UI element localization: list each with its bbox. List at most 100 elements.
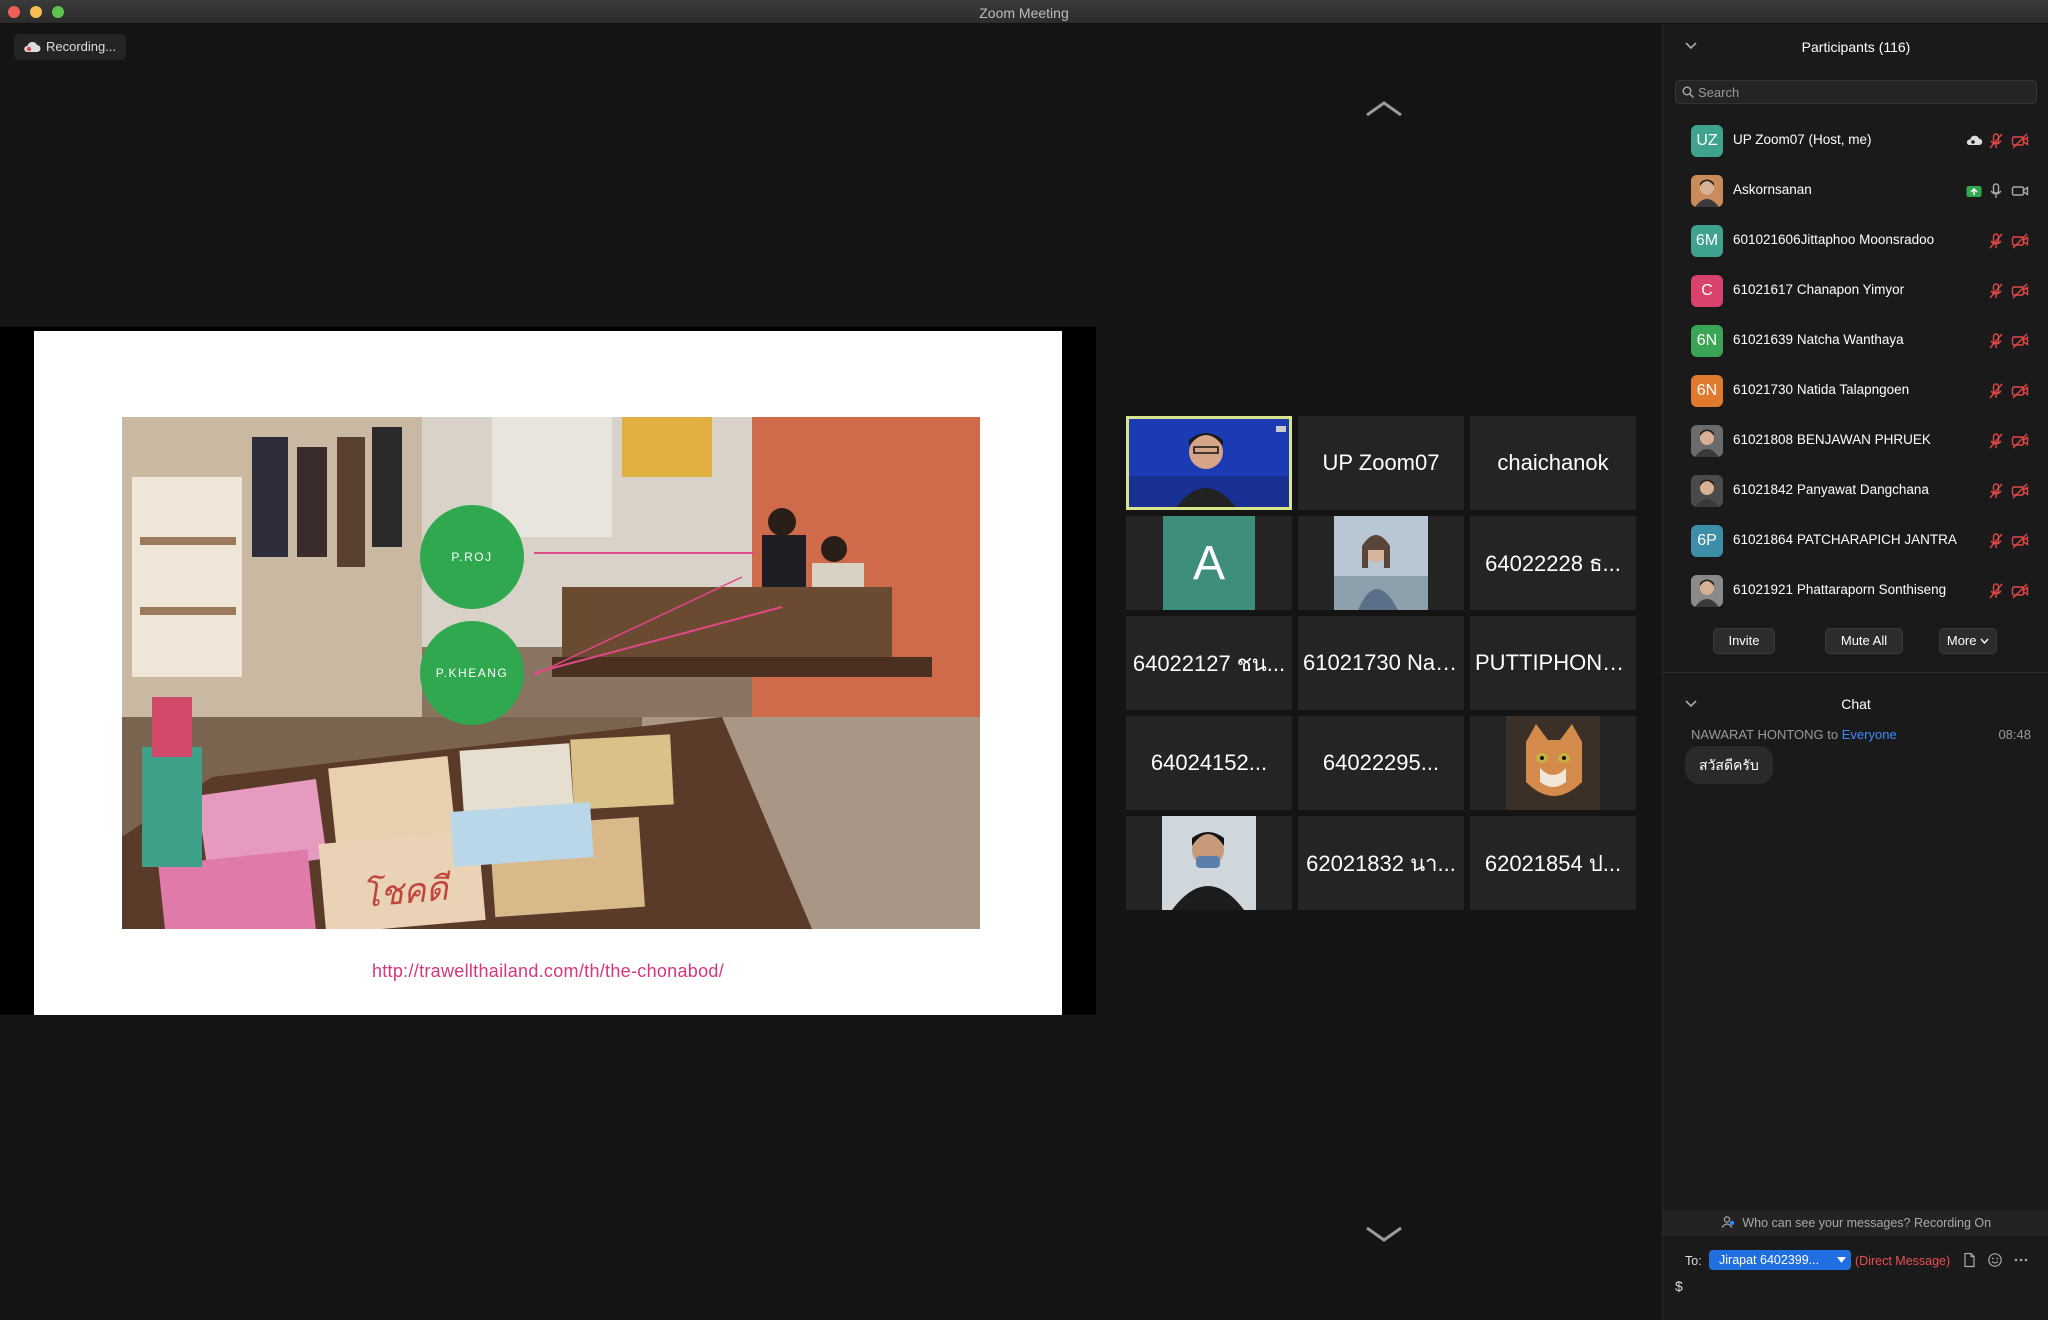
chat-sender: NAWARAT HONTONG: [1691, 727, 1824, 742]
participant-row[interactable]: 6M 601021606Jittaphoo Moonsradoo: [1663, 216, 2048, 266]
mic-muted-icon[interactable]: [1987, 532, 2005, 550]
window-title: Zoom Meeting: [979, 5, 1069, 21]
recipient-value: Jirapat 6402399...: [1719, 1253, 1820, 1267]
recording-label: Recording...: [46, 39, 117, 54]
video-off-icon[interactable]: [2011, 482, 2029, 500]
mic-muted-icon[interactable]: [1987, 432, 2005, 450]
avatar-photo: [1691, 575, 1723, 607]
gallery-previous-page-icon[interactable]: [1364, 99, 1404, 119]
video-off-icon[interactable]: [2011, 232, 2029, 250]
chat-input[interactable]: $: [1675, 1278, 2035, 1308]
slide-source-url: http://trawellthailand.com/th/the-chonab…: [371, 961, 725, 981]
participant-name: 61021842 Panyawat Dangchana: [1733, 482, 1929, 497]
participant-avatar: [1691, 575, 1723, 607]
video-tile[interactable]: PUTTIPHONG...: [1470, 616, 1636, 710]
mute-all-button[interactable]: Mute All: [1825, 628, 1903, 654]
file-icon[interactable]: [1961, 1252, 1977, 1268]
participant-row[interactable]: 6P 61021864 PATCHARAPICH JANTRA: [1663, 516, 2048, 566]
screen-share-icon[interactable]: [1965, 182, 1983, 200]
participant-row[interactable]: 6N 61021730 Natida Talapngoen: [1663, 366, 2048, 416]
video-tile[interactable]: UP Zoom07: [1298, 416, 1464, 510]
video-tile[interactable]: [1470, 716, 1636, 810]
mic-muted-icon[interactable]: [1987, 482, 2005, 500]
meeting-area: Recording... โชคดี P.ROJ P.KHEANG http:/…: [0, 24, 1662, 1320]
svg-text:โชคดี: โชคดี: [360, 868, 454, 916]
emoji-icon[interactable]: [1987, 1252, 2003, 1268]
video-tile[interactable]: 64022127 ชน...: [1126, 616, 1292, 710]
video-tile-active-speaker[interactable]: [1126, 416, 1292, 510]
bubble-p-kheang-label: P.KHEANG: [435, 666, 509, 680]
participant-avatar: UZ: [1691, 125, 1723, 157]
search-input[interactable]: [1698, 81, 2028, 103]
participant-row[interactable]: 61021921 Phattaraporn Sonthiseng: [1663, 566, 2048, 616]
participant-name: 61021921 Phattaraporn Sonthiseng: [1733, 582, 1947, 597]
chat-recipient[interactable]: Everyone: [1842, 727, 1897, 742]
participant-row[interactable]: 61021808 BENJAWAN PHRUEK: [1663, 416, 2048, 466]
tile-participant-name: PUTTIPHONG...: [1475, 650, 1631, 675]
video-tile[interactable]: chaichanok: [1470, 416, 1636, 510]
participant-avatar: [1691, 425, 1723, 457]
recording-indicator[interactable]: Recording...: [14, 34, 127, 60]
participant-avatar: 6N: [1691, 325, 1723, 357]
panel-divider: [1663, 672, 2048, 673]
video-off-icon[interactable]: [2011, 132, 2029, 150]
mic-muted-icon[interactable]: [1987, 332, 2005, 350]
mic-muted-icon[interactable]: [1987, 582, 2005, 600]
video-tile[interactable]: 61021730 Nat...: [1298, 616, 1464, 710]
video-tile[interactable]: [1298, 516, 1464, 610]
tile-participant-name: 62021832 นา...: [1306, 850, 1456, 876]
more-button[interactable]: More: [1939, 628, 1997, 654]
participant-row[interactable]: UZ UP Zoom07 (Host, me): [1663, 116, 2048, 166]
video-tile[interactable]: 64024152...: [1126, 716, 1292, 810]
video-tile[interactable]: [1126, 816, 1292, 910]
video-off-icon[interactable]: [2011, 332, 2029, 350]
invite-button[interactable]: Invite: [1713, 628, 1775, 654]
avatar-photo: [1691, 175, 1723, 207]
participant-list: UZ UP Zoom07 (Host, me) Askornsanan 6M 60102…: [1663, 116, 2048, 616]
video-tile[interactable]: 62021832 นา...: [1298, 816, 1464, 910]
video-off-icon[interactable]: [2011, 432, 2029, 450]
participant-row[interactable]: 6N 61021639 Natcha Wanthaya: [1663, 316, 2048, 366]
participant-row[interactable]: 61021842 Panyawat Dangchana: [1663, 466, 2048, 516]
mic-icon[interactable]: [1987, 182, 2005, 200]
participant-row[interactable]: Askornsanan: [1663, 166, 2048, 216]
video-tile[interactable]: 64022295...: [1298, 716, 1464, 810]
participant-search[interactable]: [1675, 80, 2037, 104]
chat-privacy-notice[interactable]: Who can see your messages? Recording On: [1663, 1210, 2048, 1236]
avatar-initials: C: [1701, 282, 1713, 299]
video-tile[interactable]: 64022228 ธ...: [1470, 516, 1636, 610]
participant-avatar: C: [1691, 275, 1723, 307]
mic-muted-icon[interactable]: [1987, 232, 2005, 250]
tile-participant-name: 64022228 ธ...: [1485, 550, 1621, 576]
window-titlebar: Zoom Meeting: [0, 0, 2048, 24]
participant-name: 61021617 Chanapon Yimyor: [1733, 282, 1905, 297]
more-options-icon[interactable]: [2013, 1252, 2029, 1268]
caret-down-icon: [1837, 1257, 1846, 1263]
avatar-initials: UZ: [1696, 132, 1718, 149]
participant-avatar: 6P: [1691, 525, 1723, 557]
privacy-notice-text: Who can see your messages? Recording On: [1742, 1216, 1992, 1230]
video-off-icon[interactable]: [2011, 532, 2029, 550]
recipient-select[interactable]: Jirapat 6402399...: [1709, 1250, 1851, 1270]
video-off-icon[interactable]: [2011, 382, 2029, 400]
avatar-initials: 6M: [1695, 232, 1719, 249]
avatar-initials: 6P: [1697, 532, 1717, 549]
profile-photo: [1162, 816, 1256, 910]
gallery-next-page-icon[interactable]: [1364, 1224, 1404, 1244]
bubble-p-roj-label: P.ROJ: [451, 550, 493, 564]
people-icon: [1721, 1216, 1735, 1228]
mic-muted-icon[interactable]: [1987, 132, 2005, 150]
speaker-video: [1126, 416, 1292, 510]
video-tile[interactable]: A: [1126, 516, 1292, 610]
cloud-recording-icon[interactable]: [1965, 132, 1983, 150]
participant-avatar: 6N: [1691, 375, 1723, 407]
video-off-icon[interactable]: [2011, 282, 2029, 300]
video-tile[interactable]: 62021854 ป...: [1470, 816, 1636, 910]
chevron-down-icon: [1980, 638, 1989, 645]
video-off-icon[interactable]: [2011, 582, 2029, 600]
mic-muted-icon[interactable]: [1987, 382, 2005, 400]
mic-muted-icon[interactable]: [1987, 282, 2005, 300]
participant-name: 61021864 PATCHARAPICH JANTRA: [1733, 532, 1957, 547]
video-icon[interactable]: [2011, 182, 2029, 200]
participant-row[interactable]: C 61021617 Chanapon Yimyor: [1663, 266, 2048, 316]
